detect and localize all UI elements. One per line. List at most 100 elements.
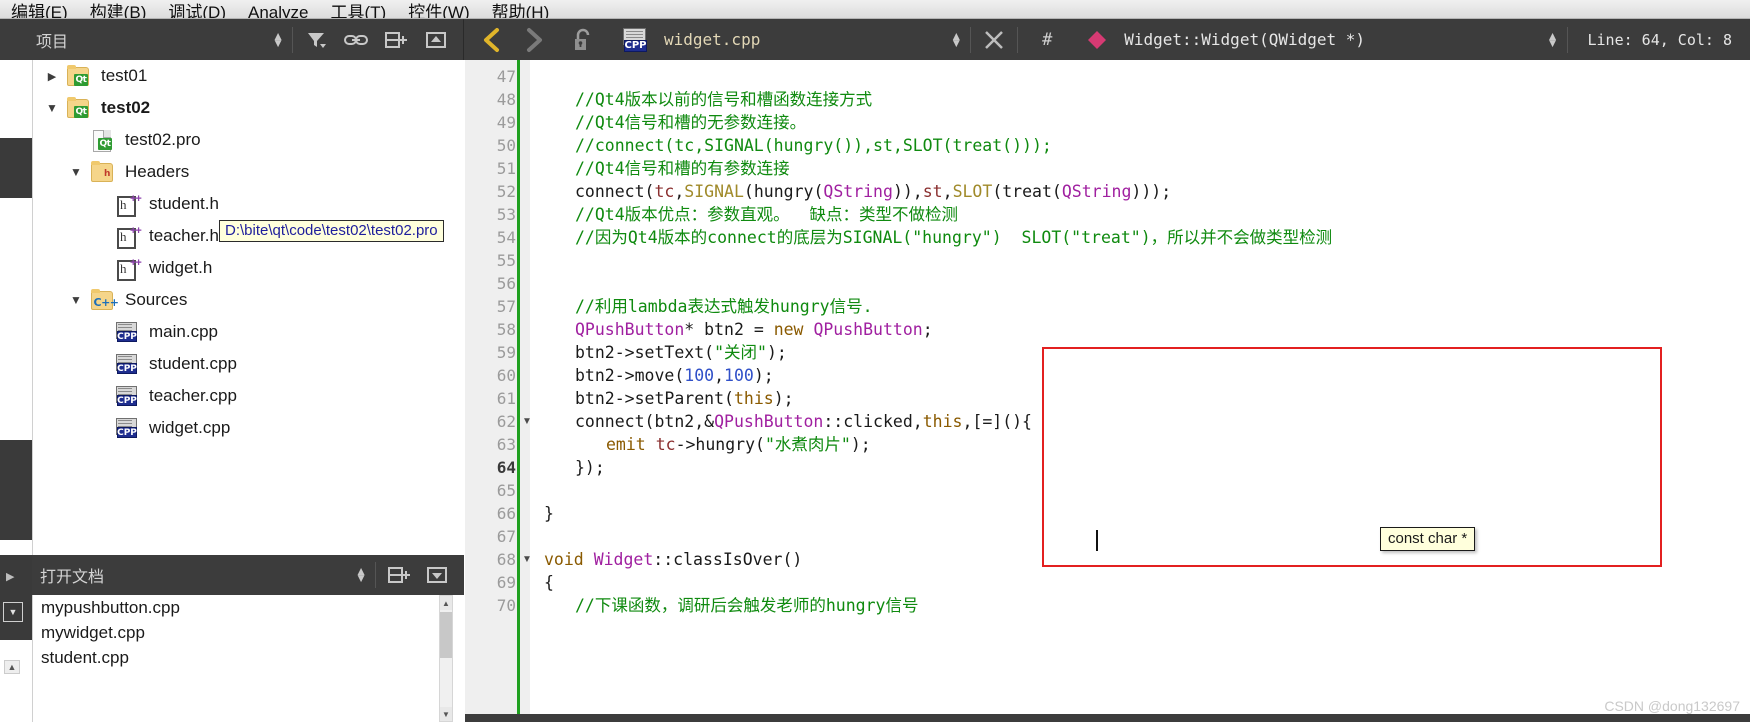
editor-gutter[interactable]: 47 48 49 50 51 52 53 54 55 56 57 58 59 60 61 62 ▼ 63 64 65 6…	[465, 60, 532, 722]
code-token: QPushButton	[575, 320, 685, 339]
menu-bar: 编辑(E) 构建(B) 调试(D) Analyze 工具(T) 控件(W) 帮助(H)	[0, 0, 1750, 19]
chevron-right-icon[interactable]	[39, 70, 65, 83]
hash-icon[interactable]: #	[1032, 25, 1062, 55]
code-token: )),	[892, 182, 923, 201]
line-col-indicator[interactable]: Line: 64, Col: 8	[1588, 31, 1733, 49]
menu-item-2[interactable]: 调试(D)	[157, 4, 237, 19]
tree-item-test02-pro[interactable]: Qt test02.pro	[33, 124, 464, 156]
line-number: 52	[496, 182, 516, 201]
chevron-down-icon[interactable]	[39, 101, 65, 115]
code-line[interactable]: }	[544, 502, 554, 525]
navigate-forward-icon[interactable]	[518, 25, 548, 55]
navigate-back-icon[interactable]	[478, 25, 508, 55]
tree-item-main-cpp[interactable]: CPP main.cpp	[33, 316, 464, 348]
tree-item-student-h[interactable]: h ++ student.h	[33, 188, 464, 220]
code-token: 100	[724, 366, 754, 385]
code-line[interactable]: connect(btn2,&QPushButton::clicked,this,…	[575, 410, 1032, 433]
tree-item-student-cpp[interactable]: CPP student.cpp	[33, 348, 464, 380]
code-line[interactable]: emit tc->hungry("水煮肉片");	[606, 433, 871, 456]
code-line[interactable]: //Qt4信号和槽的无参数连接。	[575, 111, 806, 134]
line-number: 49	[496, 113, 516, 132]
current-symbol[interactable]: Widget::Widget(QWidget *)	[1124, 30, 1365, 49]
menu-item-1[interactable]: 构建(B)	[79, 4, 158, 19]
code-line[interactable]: //Qt4版本优点：参数直观。 缺点：类型不做检测	[575, 203, 958, 226]
chevron-down-icon[interactable]	[63, 165, 89, 179]
tree-item-test01[interactable]: Qt test01	[33, 60, 464, 92]
rail-expand-arrow-icon[interactable]: ▶	[6, 570, 14, 583]
code-token: ,	[674, 182, 685, 201]
menu-item-4[interactable]: 工具(T)	[319, 4, 397, 19]
document-selector-spin[interactable]: ▲ ▼	[950, 30, 962, 49]
line-number: 63	[496, 435, 516, 454]
code-token: QString	[823, 182, 893, 201]
modified-lines-marker	[517, 60, 520, 722]
code-token: QString	[1061, 182, 1132, 201]
tree-item-widget-h[interactable]: h ++ widget.h	[33, 252, 464, 284]
split-add-icon[interactable]	[381, 25, 411, 55]
open-documents-scrollbar[interactable]: ▲ ▼	[439, 595, 453, 722]
open-document-item[interactable]: mywidget.cpp	[33, 620, 464, 645]
code-line[interactable]: //connect(tc,SIGNAL(hungry()),st,SLOT(tr…	[575, 134, 1052, 157]
code-line[interactable]: //下课函数，调研后会触发老师的hungry信号	[575, 594, 918, 617]
symbol-selector-spin[interactable]: ▲ ▼	[1547, 30, 1559, 49]
tree-item-sources[interactable]: C++ Sources	[33, 284, 464, 316]
code-token: //Qt4信号和槽的无参数连接。	[575, 113, 807, 132]
scroll-up-arrow-icon[interactable]: ▲	[440, 596, 452, 610]
line-number: 62	[496, 412, 516, 431]
open-documents-list[interactable]: mypushbutton.cpp mywidget.cpp student.cpp	[32, 595, 464, 722]
code-line[interactable]: btn2->move(100,100);	[575, 364, 774, 387]
link-icon[interactable]	[341, 25, 371, 55]
sidebar-selector-spin[interactable]: ▲ ▼	[272, 30, 284, 49]
open-document-item[interactable]: mypushbutton.cpp	[33, 595, 464, 620]
line-number: 69	[496, 573, 516, 592]
code-token: connect(	[575, 182, 655, 201]
tree-item-headers[interactable]: h Headers	[33, 156, 464, 188]
tree-item-teacher-cpp[interactable]: CPP teacher.cpp	[33, 380, 464, 412]
close-split-icon[interactable]	[421, 25, 451, 55]
rail-scroll-up-icon[interactable]: ▲	[4, 660, 20, 674]
code-line[interactable]: });	[575, 456, 605, 479]
project-tree[interactable]: Qt test01 Qt test02 Qt test02.pro h Headers h++ s…	[32, 60, 464, 555]
code-line[interactable]: btn2->setParent(this);	[575, 387, 794, 410]
menu-item-3[interactable]: Analyze	[237, 4, 319, 19]
tree-item-label: test02.pro	[125, 130, 201, 149]
scroll-down-arrow-icon[interactable]: ▼	[440, 707, 452, 721]
menu-item-5[interactable]: 控件(W)	[397, 4, 480, 19]
code-token: ,[=](){	[962, 412, 1032, 431]
opendocs-selector-spin[interactable]: ▲ ▼	[355, 565, 367, 584]
line-number: 58	[496, 320, 516, 339]
code-line[interactable]: btn2->setText("关闭");	[575, 341, 787, 364]
unlocked-icon[interactable]	[568, 25, 598, 55]
qt-project-folder-icon: Qt	[65, 96, 93, 120]
tree-item-test02[interactable]: Qt test02	[33, 92, 464, 124]
menu-item-0[interactable]: 编辑(E)	[0, 4, 79, 19]
open-file-name[interactable]: widget.cpp	[664, 30, 760, 49]
menu-item-6[interactable]: 帮助(H)	[481, 4, 561, 19]
close-split-icon-2[interactable]	[422, 560, 452, 590]
scrollbar-thumb[interactable]	[440, 612, 452, 658]
code-token: tc	[654, 182, 675, 201]
code-line[interactable]: QPushButton* btn2 = new QPushButton;	[575, 318, 933, 341]
sources-folder-icon: C++	[89, 288, 119, 312]
code-line[interactable]: void Widget::classIsOver()	[544, 548, 802, 571]
code-token: //Qt4信号和槽的有参数连接	[575, 159, 790, 178]
code-line[interactable]: connect(tc,SIGNAL(hungry(QString)),st,SL…	[575, 180, 1171, 203]
split-add-icon-2[interactable]	[384, 560, 414, 590]
chevron-down-icon[interactable]	[63, 293, 89, 307]
code-line[interactable]: //利用lambda表达式触发hungry信号.	[575, 295, 873, 318]
rail-collapse-button[interactable]: ▼	[3, 602, 23, 622]
rail-block-opendocs	[0, 555, 32, 595]
code-line[interactable]: //Qt4信号和槽的有参数连接	[575, 157, 790, 180]
open-document-item[interactable]: student.cpp	[33, 645, 464, 670]
code-text-area[interactable]: //Qt4版本以前的信号和槽函数连接方式 //Qt4信号和槽的无参数连接。 //co…	[530, 60, 1750, 722]
code-line[interactable]: {	[544, 571, 554, 594]
line-number: 59	[496, 343, 516, 362]
code-line[interactable]: //因为Qt4版本的connect的底层为SIGNAL("hungry") SL…	[575, 226, 1332, 249]
code-line[interactable]: //Qt4版本以前的信号和槽函数连接方式	[575, 88, 872, 111]
tree-item-widget-cpp[interactable]: CPP widget.cpp	[33, 412, 464, 444]
left-activity-rail: ▶ ▼ ▲	[0, 60, 32, 722]
code-editor[interactable]: 47 48 49 50 51 52 53 54 55 56 57 58 59 60 61 62 ▼ 63 64 65 6…	[465, 60, 1750, 722]
filter-icon[interactable]	[301, 25, 331, 55]
close-document-icon[interactable]	[979, 25, 1009, 55]
